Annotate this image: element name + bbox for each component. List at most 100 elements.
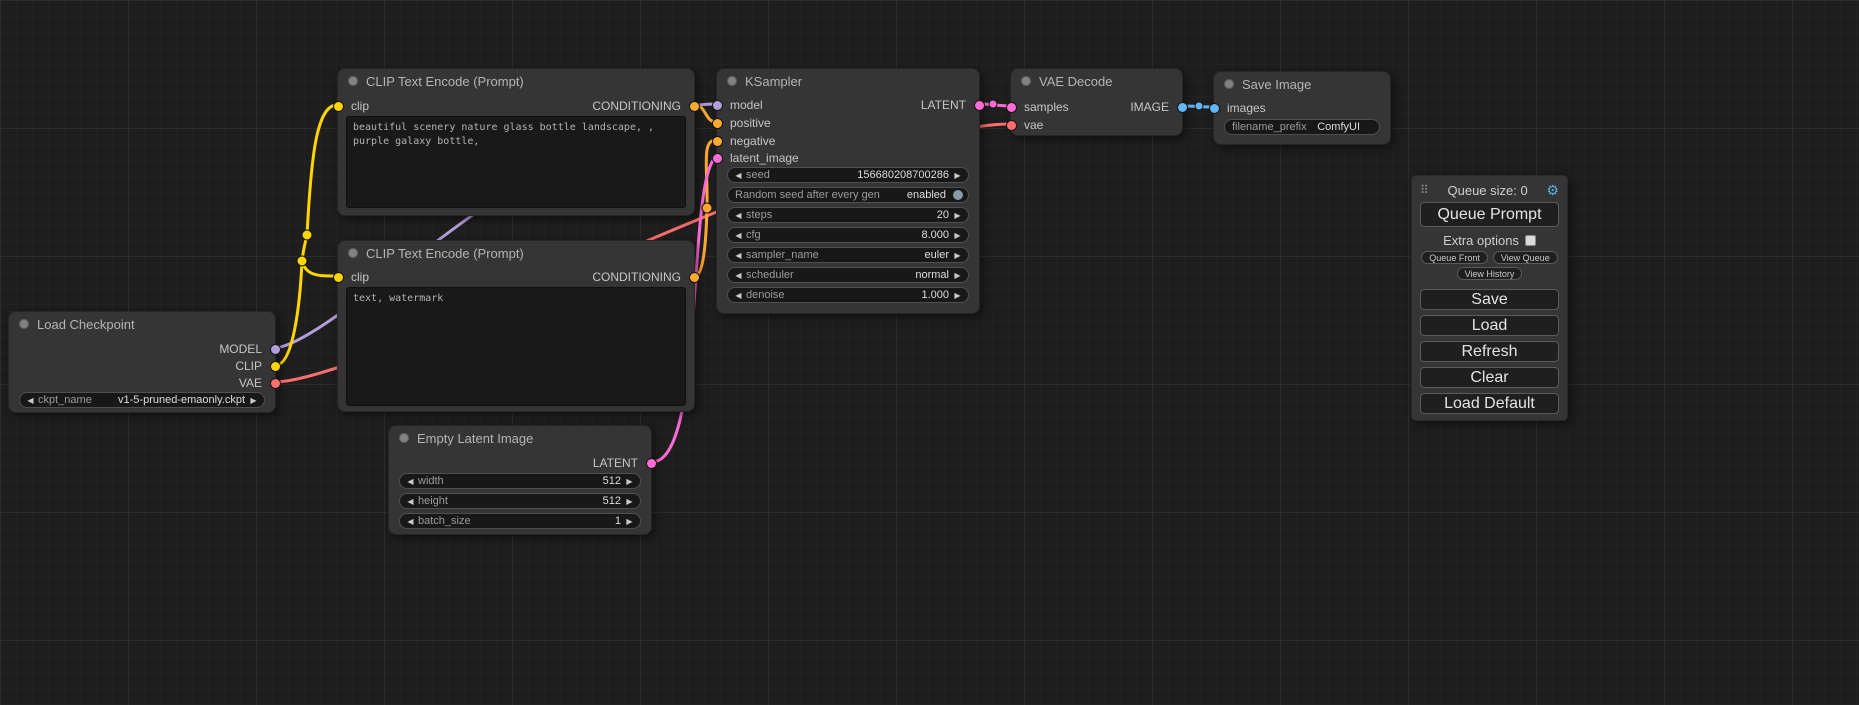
widget-batch-size[interactable]: ◀ batch_size 1 ▶ bbox=[399, 513, 641, 529]
increment-arrow-icon[interactable]: ▶ bbox=[952, 231, 963, 240]
collapse-dot-icon[interactable] bbox=[348, 248, 358, 258]
node-title-bar[interactable]: CLIP Text Encode (Prompt) bbox=[338, 241, 694, 265]
increment-arrow-icon[interactable]: ▶ bbox=[624, 517, 635, 526]
negative-input-port[interactable] bbox=[713, 137, 722, 146]
node-load-checkpoint[interactable]: Load Checkpoint MODEL CLIP VAE ◀ ckpt_na… bbox=[8, 311, 276, 413]
increment-arrow-icon[interactable]: ▶ bbox=[952, 251, 963, 260]
prompt-textarea[interactable]: text, watermark bbox=[346, 287, 686, 406]
input-slot-negative: negative bbox=[717, 134, 775, 148]
widget-random-seed-toggle[interactable]: Random seed after every gen enabled bbox=[727, 187, 969, 203]
node-title-bar[interactable]: Empty Latent Image bbox=[389, 426, 651, 450]
node-ksampler[interactable]: KSampler model LATENT positive negative … bbox=[716, 68, 980, 314]
prompt-textarea[interactable]: beautiful scenery nature glass bottle la… bbox=[346, 116, 686, 208]
vae-output-port[interactable] bbox=[271, 379, 280, 388]
wire-clip-trunk bbox=[276, 261, 302, 365]
clip-output-port[interactable] bbox=[271, 362, 280, 371]
increment-arrow-icon[interactable]: ▶ bbox=[624, 477, 635, 486]
node-title-bar[interactable]: VAE Decode bbox=[1011, 69, 1182, 93]
increment-arrow-icon[interactable]: ▶ bbox=[952, 271, 963, 280]
queue-panel: ⠿ Queue size: 0 ⚙ Queue Prompt Extra opt… bbox=[1411, 175, 1568, 421]
increment-arrow-icon[interactable]: ▶ bbox=[952, 211, 963, 220]
positive-input-port[interactable] bbox=[713, 119, 722, 128]
drag-handle-icon[interactable]: ⠿ bbox=[1420, 183, 1429, 197]
collapse-dot-icon[interactable] bbox=[727, 76, 737, 86]
reroute-dot-clip-2[interactable] bbox=[302, 230, 312, 240]
output-slot-clip: CLIP bbox=[235, 359, 275, 373]
latent-output-port[interactable] bbox=[975, 101, 984, 110]
extra-options-label: Extra options bbox=[1443, 233, 1519, 248]
widget-filename-prefix[interactable]: filename_prefix ComfyUI bbox=[1224, 119, 1380, 135]
decrement-arrow-icon[interactable]: ◀ bbox=[733, 271, 744, 280]
load-default-button[interactable]: Load Default bbox=[1420, 393, 1559, 414]
refresh-button[interactable]: Refresh bbox=[1420, 341, 1559, 362]
collapse-dot-icon[interactable] bbox=[399, 433, 409, 443]
view-queue-button[interactable]: View Queue bbox=[1493, 251, 1558, 264]
conditioning-output-port[interactable] bbox=[690, 102, 699, 111]
latent-image-input-port[interactable] bbox=[713, 154, 722, 163]
reroute-dot-image[interactable] bbox=[1195, 102, 1203, 110]
increment-arrow-icon[interactable]: ▶ bbox=[248, 396, 259, 405]
save-button[interactable]: Save bbox=[1420, 289, 1559, 310]
widget-seed[interactable]: ◀ seed 156680208700286 ▶ bbox=[727, 167, 969, 183]
collapse-dot-icon[interactable] bbox=[348, 76, 358, 86]
collapse-dot-icon[interactable] bbox=[1224, 79, 1234, 89]
node-title-bar[interactable]: Save Image bbox=[1214, 72, 1390, 96]
queue-prompt-button[interactable]: Queue Prompt bbox=[1420, 202, 1559, 227]
node-title: VAE Decode bbox=[1039, 74, 1112, 89]
clear-button[interactable]: Clear bbox=[1420, 367, 1559, 388]
collapse-dot-icon[interactable] bbox=[19, 319, 29, 329]
load-button[interactable]: Load bbox=[1420, 315, 1559, 336]
widget-scheduler[interactable]: ◀ scheduler normal ▶ bbox=[727, 267, 969, 283]
clip-input-port[interactable] bbox=[334, 273, 343, 282]
model-input-port[interactable] bbox=[713, 101, 722, 110]
collapse-dot-icon[interactable] bbox=[1021, 76, 1031, 86]
decrement-arrow-icon[interactable]: ◀ bbox=[733, 291, 744, 300]
image-output-port[interactable] bbox=[1178, 103, 1187, 112]
node-clip-text-encode-positive[interactable]: CLIP Text Encode (Prompt) clip CONDITION… bbox=[337, 68, 695, 216]
increment-arrow-icon[interactable]: ▶ bbox=[952, 171, 963, 180]
widget-width[interactable]: ◀ width 512 ▶ bbox=[399, 473, 641, 489]
view-history-button[interactable]: View History bbox=[1457, 267, 1523, 280]
settings-gear-icon[interactable]: ⚙ bbox=[1546, 182, 1559, 199]
node-title-bar[interactable]: KSampler bbox=[717, 69, 979, 93]
decrement-arrow-icon[interactable]: ◀ bbox=[733, 251, 744, 260]
decrement-arrow-icon[interactable]: ◀ bbox=[733, 211, 744, 220]
decrement-arrow-icon[interactable]: ◀ bbox=[733, 171, 744, 180]
widget-label: Random seed after every gen bbox=[735, 189, 880, 201]
widget-height[interactable]: ◀ height 512 ▶ bbox=[399, 493, 641, 509]
slot-label: vae bbox=[1024, 118, 1043, 132]
samples-input-port[interactable] bbox=[1007, 103, 1016, 112]
widget-denoise[interactable]: ◀ denoise 1.000 ▶ bbox=[727, 287, 969, 303]
vae-input-port[interactable] bbox=[1007, 121, 1016, 130]
toggle-dot[interactable] bbox=[953, 190, 963, 200]
widget-sampler-name[interactable]: ◀ sampler_name euler ▶ bbox=[727, 247, 969, 263]
reroute-dot-conditioning[interactable] bbox=[702, 203, 712, 213]
widget-cfg[interactable]: ◀ cfg 8.000 ▶ bbox=[727, 227, 969, 243]
queue-front-button[interactable]: Queue Front bbox=[1421, 251, 1488, 264]
decrement-arrow-icon[interactable]: ◀ bbox=[25, 396, 36, 405]
reroute-dot-clip-1[interactable] bbox=[297, 256, 307, 266]
node-title-bar[interactable]: CLIP Text Encode (Prompt) bbox=[338, 69, 694, 93]
images-input-port[interactable] bbox=[1210, 104, 1219, 113]
increment-arrow-icon[interactable]: ▶ bbox=[624, 497, 635, 506]
decrement-arrow-icon[interactable]: ◀ bbox=[733, 231, 744, 240]
node-save-image[interactable]: Save Image images filename_prefix ComfyU… bbox=[1213, 71, 1391, 145]
reroute-dot-latent[interactable] bbox=[989, 100, 997, 108]
node-clip-text-encode-negative[interactable]: CLIP Text Encode (Prompt) clip CONDITION… bbox=[337, 240, 695, 412]
conditioning-output-port[interactable] bbox=[690, 273, 699, 282]
node-vae-decode[interactable]: VAE Decode samples IMAGE vae bbox=[1010, 68, 1183, 136]
output-slot-latent: LATENT bbox=[921, 98, 979, 112]
widget-steps[interactable]: ◀ steps 20 ▶ bbox=[727, 207, 969, 223]
clip-input-port[interactable] bbox=[334, 102, 343, 111]
latent-output-port[interactable] bbox=[647, 459, 656, 468]
model-output-port[interactable] bbox=[271, 345, 280, 354]
increment-arrow-icon[interactable]: ▶ bbox=[952, 291, 963, 300]
node-title-bar[interactable]: Load Checkpoint bbox=[9, 312, 275, 336]
widget-ckpt-name[interactable]: ◀ ckpt_name v1-5-pruned-emaonly.ckpt ▶ bbox=[19, 392, 265, 408]
queue-actions-row: Queue Front View Queue bbox=[1420, 251, 1559, 264]
extra-options-checkbox[interactable] bbox=[1525, 235, 1536, 246]
decrement-arrow-icon[interactable]: ◀ bbox=[405, 477, 416, 486]
decrement-arrow-icon[interactable]: ◀ bbox=[405, 517, 416, 526]
decrement-arrow-icon[interactable]: ◀ bbox=[405, 497, 416, 506]
node-empty-latent-image[interactable]: Empty Latent Image LATENT ◀ width 512 ▶ … bbox=[388, 425, 652, 535]
